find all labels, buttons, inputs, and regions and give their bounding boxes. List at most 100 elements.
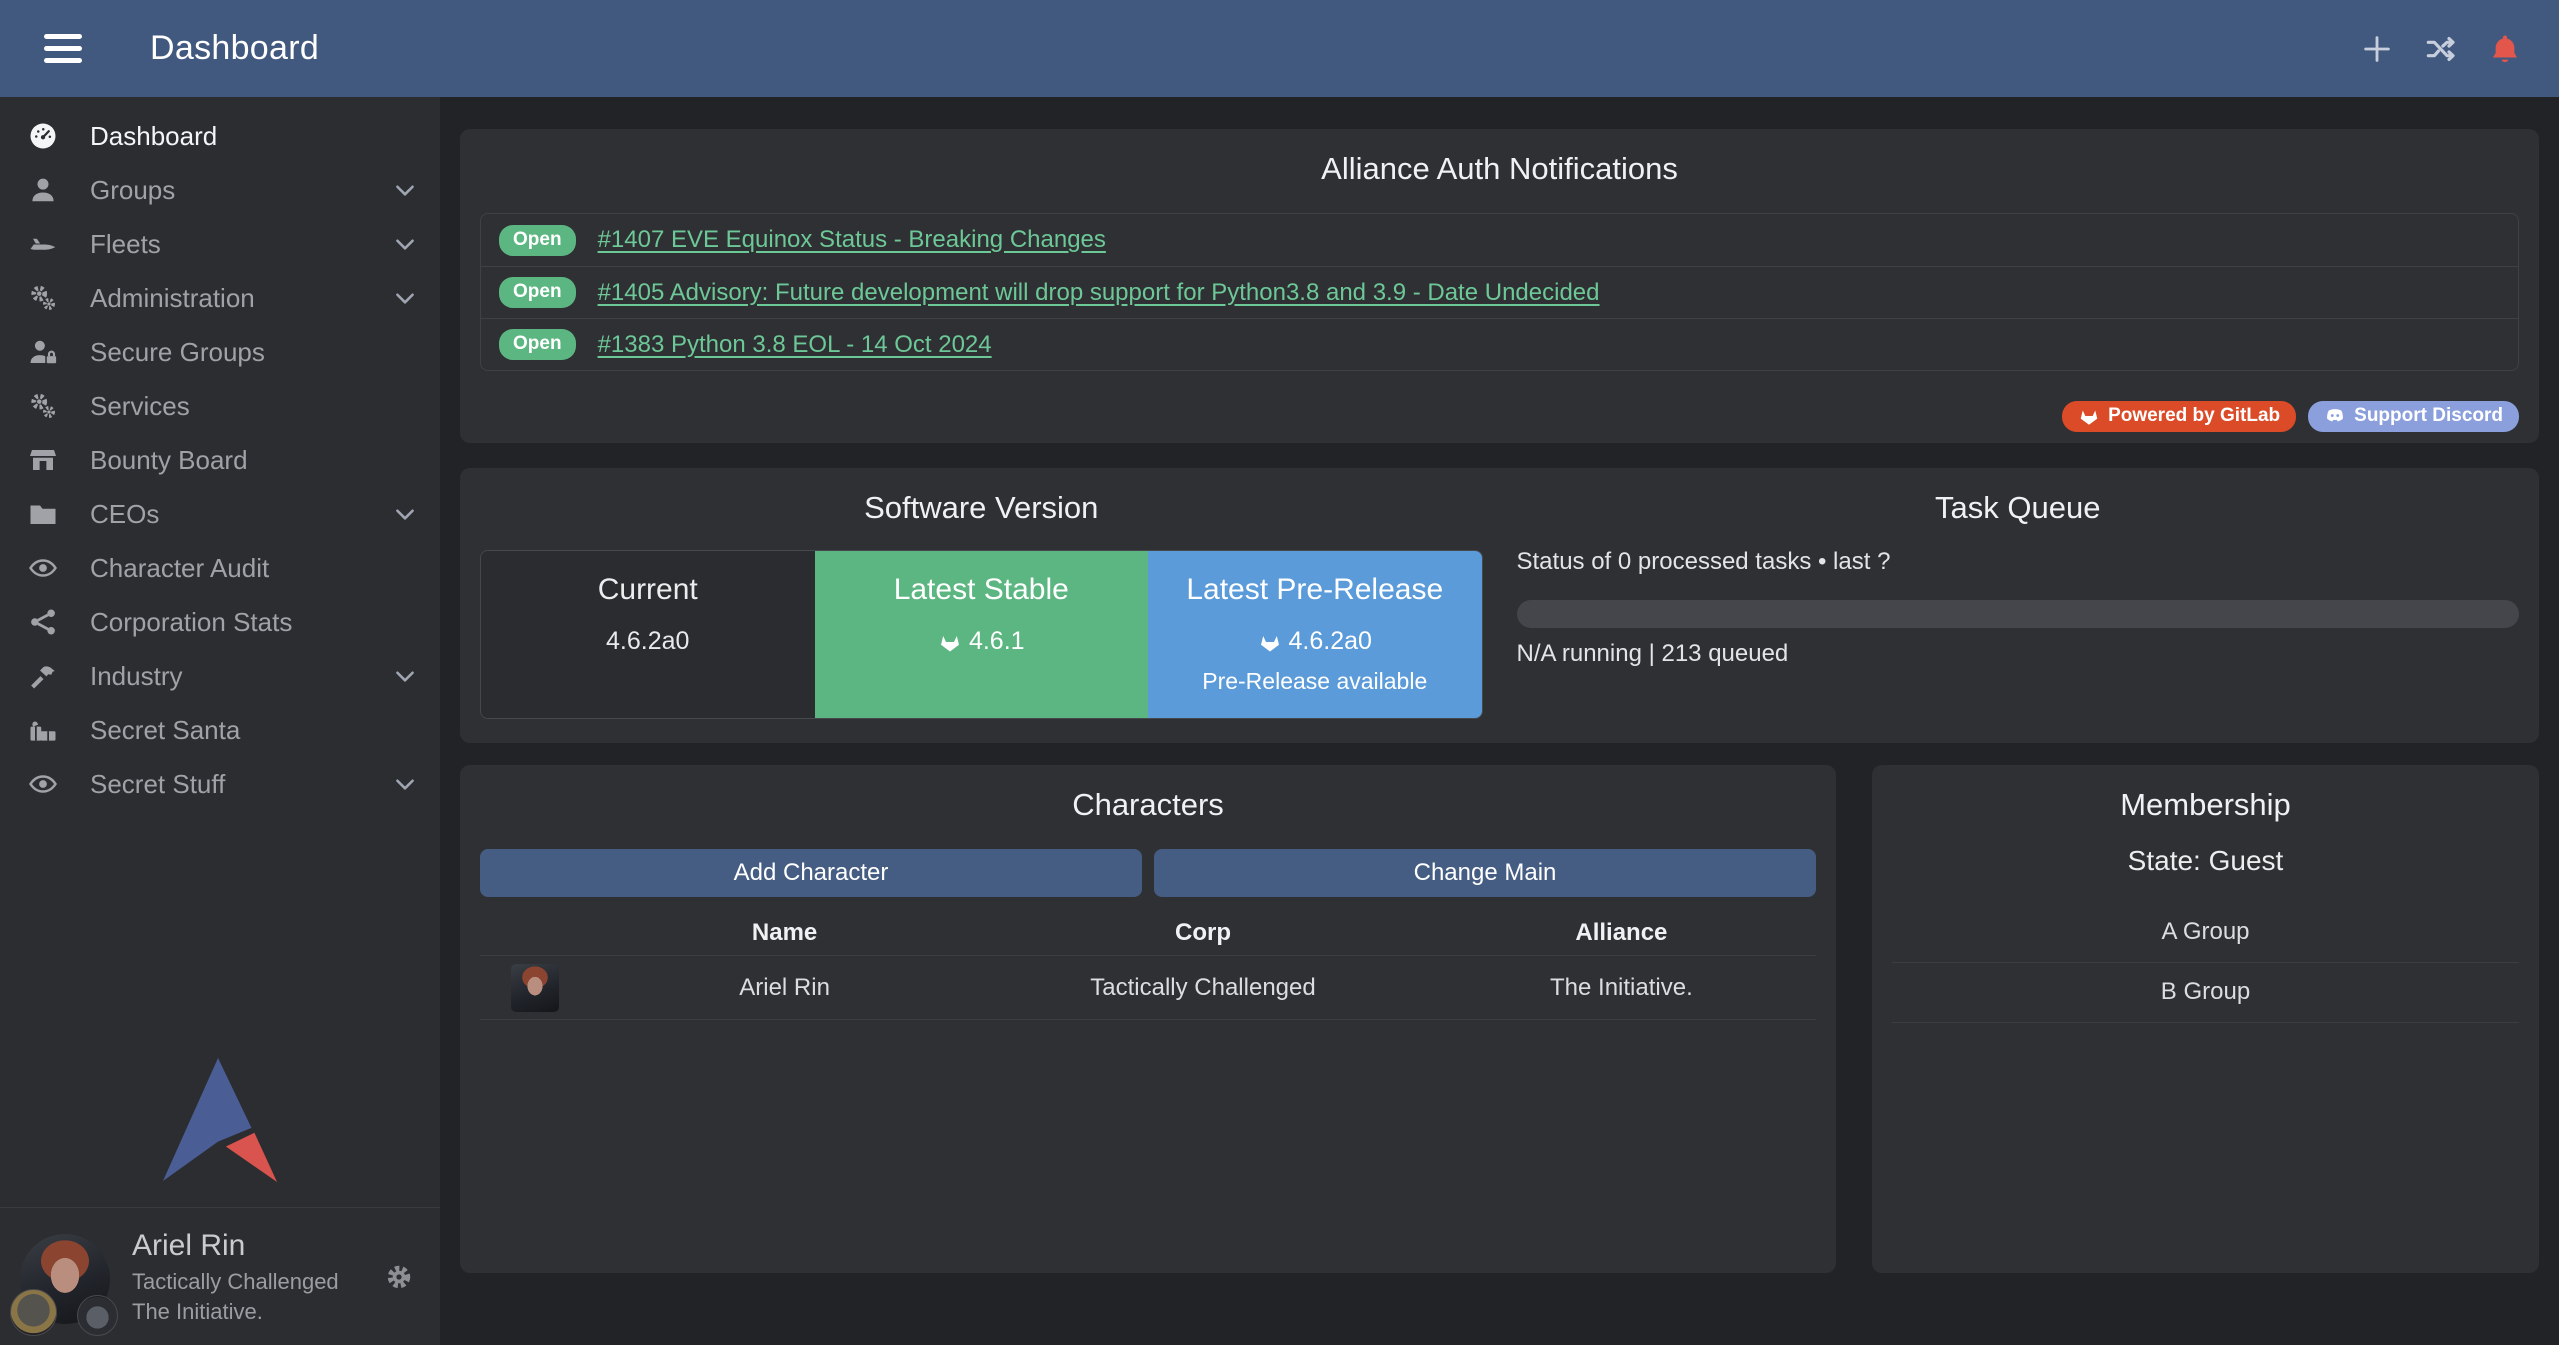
version-number: 4.6.2a0: [1289, 627, 1372, 656]
characters-title: Characters: [480, 785, 1816, 823]
bottom-row: Characters Add Character Change Main Nam…: [460, 765, 2539, 1273]
sidebar-item-secret-stuff[interactable]: Secret Stuff: [0, 757, 440, 811]
sidebar-item-label: Groups: [90, 175, 175, 206]
chevron-down-icon: [392, 231, 418, 257]
alliance-auth-logo: [161, 1057, 279, 1183]
store-icon: [26, 445, 60, 475]
sidebar-item-secret-santa[interactable]: Secret Santa: [0, 703, 440, 757]
support-discord-badge[interactable]: Support Discord: [2308, 401, 2519, 432]
characters-panel: Characters Add Character Change Main Nam…: [460, 765, 1836, 1273]
sidebar: Dashboard Groups Fleets Administra: [0, 97, 440, 1345]
gitlab-icon: [938, 630, 962, 654]
version-label: Latest Stable: [815, 573, 1149, 607]
chevron-down-icon: [392, 285, 418, 311]
tachometer-icon: [26, 121, 60, 151]
top-navbar: Dashboard: [0, 0, 2559, 97]
status-badge: Open: [499, 277, 576, 308]
sidebar-item-label: Secret Stuff: [90, 769, 225, 800]
shuffle-icon[interactable]: [2423, 31, 2459, 67]
eye-icon: [26, 553, 60, 583]
sidebar-item-services[interactable]: Services: [0, 379, 440, 433]
task-queue-section: Task Queue Status of 0 processed tasks •…: [1517, 488, 2520, 723]
notifications-list: Open #1407 EVE Equinox Status - Breaking…: [480, 213, 2519, 371]
version-number: 4.6.1: [969, 627, 1025, 656]
list-item: A Group: [1892, 903, 2519, 963]
badge-label: Support Discord: [2354, 405, 2503, 427]
user-corp: Tactically Challenged: [132, 1268, 339, 1296]
sidebar-item-ceos[interactable]: CEOs: [0, 487, 440, 541]
shuttle-icon: [26, 229, 60, 259]
sidebar-item-label: CEOs: [90, 499, 159, 530]
user-lock-icon: [26, 337, 60, 367]
sidebar-nav: Dashboard Groups Fleets Administra: [0, 97, 440, 811]
powered-by-gitlab-badge[interactable]: Powered by GitLab: [2062, 401, 2296, 432]
sidebar-item-fleets[interactable]: Fleets: [0, 217, 440, 271]
gitlab-icon: [1258, 630, 1282, 654]
user-settings-gear-icon[interactable]: [384, 1260, 418, 1294]
sidebar-item-corporation-stats[interactable]: Corporation Stats: [0, 595, 440, 649]
sidebar-item-label: Character Audit: [90, 553, 269, 584]
sidebar-item-label: Corporation Stats: [90, 607, 292, 638]
notifications-bell-icon[interactable]: [2487, 31, 2523, 67]
user-name: Ariel Rin: [132, 1227, 339, 1265]
chevron-down-icon: [392, 771, 418, 797]
user-info: Ariel Rin Tactically Challenged The Init…: [132, 1227, 339, 1326]
sidebar-item-label: Dashboard: [90, 121, 217, 152]
sidebar-item-label: Administration: [90, 283, 255, 314]
task-queue-title: Task Queue: [1517, 488, 2520, 526]
version-latest-stable: Latest Stable 4.6.1: [815, 551, 1149, 718]
version-label: Latest Pre-Release: [1148, 573, 1482, 607]
version-latest-prerelease: Latest Pre-Release 4.6.2a0 Pre-Release a…: [1148, 551, 1482, 718]
change-main-button[interactable]: Change Main: [1154, 849, 1816, 897]
sidebar-item-groups[interactable]: Groups: [0, 163, 440, 217]
chevron-down-icon: [392, 177, 418, 203]
main-content: Alliance Auth Notifications Open #1407 E…: [440, 97, 2559, 1345]
status-badge: Open: [499, 225, 576, 256]
sidebar-toggle-button[interactable]: [40, 28, 86, 69]
badge-label: Powered by GitLab: [2108, 405, 2280, 427]
version-value: 4.6.2a0: [1148, 627, 1482, 656]
character-portrait: [511, 964, 559, 1012]
cell-alliance: The Initiative.: [1427, 974, 1816, 1002]
status-badge: Open: [499, 329, 576, 360]
version-value: 4.6.2a0: [481, 627, 815, 656]
notification-link[interactable]: #1383 Python 3.8 EOL - 14 Oct 2024: [598, 331, 992, 359]
software-version-section: Software Version Current 4.6.2a0 Latest …: [480, 488, 1483, 723]
sidebar-item-label: Secret Santa: [90, 715, 240, 746]
gifts-icon: [26, 715, 60, 745]
table-header-row: Name Corp Alliance: [480, 911, 1816, 955]
corp-logo-badge: [10, 1289, 57, 1336]
status-panel: Software Version Current 4.6.2a0 Latest …: [460, 468, 2539, 743]
sidebar-item-label: Secure Groups: [90, 337, 265, 368]
notifications-panel: Alliance Auth Notifications Open #1407 E…: [460, 129, 2539, 443]
notification-link[interactable]: #1407 EVE Equinox Status - Breaking Chan…: [598, 226, 1106, 254]
add-icon[interactable]: [2359, 31, 2395, 67]
version-comparison: Current 4.6.2a0 Latest Stable 4.6.1 Late…: [480, 550, 1483, 719]
version-label: Current: [481, 573, 815, 607]
sidebar-item-character-audit[interactable]: Character Audit: [0, 541, 440, 595]
sidebar-item-bounty-board[interactable]: Bounty Board: [0, 433, 440, 487]
user-icon: [26, 175, 60, 205]
list-item: B Group: [1892, 963, 2519, 1023]
user-card: Ariel Rin Tactically Challenged The Init…: [0, 1207, 440, 1345]
gears-icon: [26, 283, 60, 313]
gitlab-icon: [2078, 405, 2100, 427]
sidebar-item-label: Bounty Board: [90, 445, 248, 476]
sidebar-item-administration[interactable]: Administration: [0, 271, 440, 325]
user-alliance: The Initiative.: [132, 1298, 339, 1326]
sidebar-item-secure-groups[interactable]: Secure Groups: [0, 325, 440, 379]
sidebar-item-label: Industry: [90, 661, 183, 692]
notifications-title: Alliance Auth Notifications: [480, 149, 2519, 187]
task-status-line: Status of 0 processed tasks • last ?: [1517, 548, 2520, 576]
membership-panel: Membership State: Guest A Group B Group: [1872, 765, 2539, 1273]
task-progress-bar: [1517, 600, 2520, 628]
sidebar-item-industry[interactable]: Industry: [0, 649, 440, 703]
table-row: Ariel Rin Tactically Challenged The Init…: [480, 955, 1816, 1020]
software-version-title: Software Version: [480, 488, 1483, 526]
notification-link[interactable]: #1405 Advisory: Future development will …: [598, 279, 1600, 307]
prerelease-note: Pre-Release available: [1148, 668, 1482, 695]
sidebar-item-dashboard[interactable]: Dashboard: [0, 109, 440, 163]
header-alliance: Alliance: [1427, 919, 1816, 947]
characters-table: Name Corp Alliance Ariel Rin Tactically …: [480, 911, 1816, 1020]
add-character-button[interactable]: Add Character: [480, 849, 1142, 897]
